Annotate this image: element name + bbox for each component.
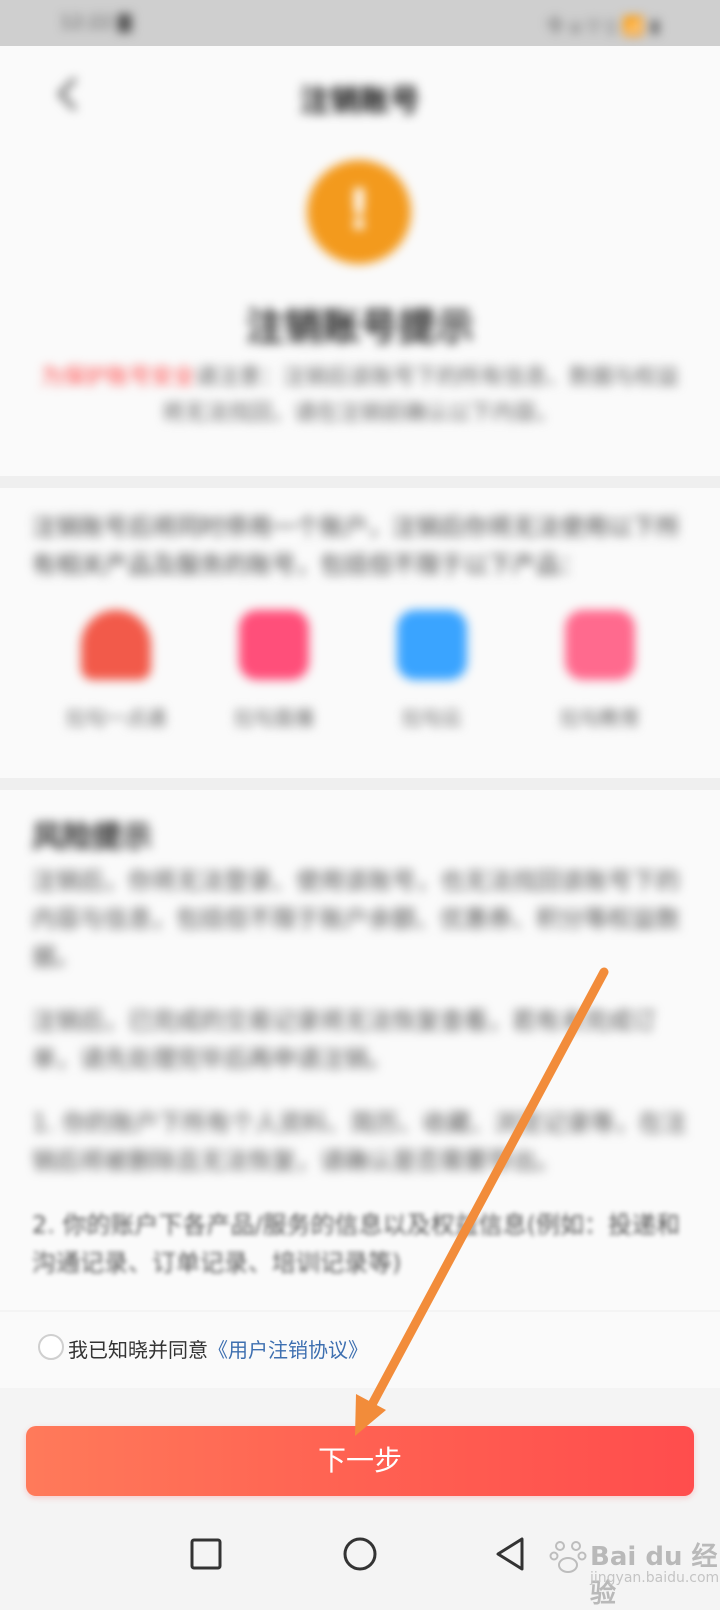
app-list: 拉勾一点通 拉勾直播 拉勾云 拉勾教育 [0, 610, 720, 740]
watermark-url: jingyan.baidu.com [590, 1570, 720, 1586]
agreement-prefix: 我已知晓并同意 [68, 1338, 208, 1362]
app-item: 拉勾一点通 [36, 610, 196, 740]
risk-notice-section[interactable]: 风险提示 注销后，你将无法登录、使用该账号，也无法找回该账号下的内容与信息，包括… [0, 790, 720, 1310]
pink-book-icon [565, 610, 635, 680]
section-divider [0, 476, 720, 488]
linked-apps-section: 注销账号后将同时停用一个账户，注销后你将无法使用以下所有相关产品及服务的账号，包… [0, 488, 720, 778]
risk-paragraph: 注销后，你将无法登录、使用该账号，也无法找回该账号下的内容与信息，包括但不限于账… [32, 867, 680, 971]
warning-description: 为保护账号安全请注意：注销后该账号下的所有信息、数据与权益将无法找回，请在注销前… [38, 360, 682, 432]
agreement-row: 我已知晓并同意《用户注销协议》 [0, 1312, 720, 1388]
app-label: 拉勾云 [402, 706, 462, 730]
warning-desc-text: 请注意：注销后该账号下的所有信息、数据与权益将无法找回，请在注销前确认以下内容。 [161, 365, 680, 426]
section-divider [0, 778, 720, 790]
status-time: 12:22 ▇ [60, 12, 132, 33]
agreement-text: 我已知晓并同意《用户注销协议》 [68, 1334, 368, 1363]
triangle-back-icon[interactable] [490, 1532, 534, 1576]
warning-highlight: 为保护账号安全 [40, 365, 195, 390]
app-header: 注销账号 [0, 46, 720, 146]
app-label: 拉勾直播 [234, 706, 314, 730]
status-bar: 12:22 ▇ 令 ⌂ ▽ ▯ 📶 ▮ [0, 0, 720, 46]
pink-tv-icon [239, 610, 309, 680]
risk-body: 注销后，你将无法登录、使用该账号，也无法找回该账号下的内容与信息，包括但不限于账… [32, 862, 688, 1308]
agreement-link[interactable]: 《用户注销协议》 [208, 1338, 368, 1362]
paw-logo-icon [549, 1541, 587, 1573]
next-step-button[interactable]: 下一步 [26, 1426, 694, 1496]
blue-cloud-icon [397, 610, 467, 680]
risk-paragraph: 注销后，已完成的交易记录将无法恢复查看，若有未完成订单，请先处理完毕后再申请注销… [32, 1007, 656, 1073]
risk-title: 风险提示 [32, 820, 152, 855]
app-label: 拉勾教育 [560, 706, 640, 730]
warning-section: ! 注销账号提示 为保护账号安全请注意：注销后该账号下的所有信息、数据与权益将无… [0, 146, 720, 476]
app-item: 拉勾云 [352, 610, 512, 740]
linked-apps-description: 注销账号后将同时停用一个账户，注销后你将无法使用以下所有相关产品及服务的账号，包… [32, 513, 680, 579]
warning-exclamation-icon: ! [307, 160, 411, 264]
agree-checkbox[interactable] [38, 1334, 64, 1360]
risk-paragraph: 1. 你的账户下所有个人资料、简历、收藏、浏览记录等，在注销后将被删除且无法恢复… [32, 1109, 687, 1175]
baidu-watermark: Bai du 经验 jingyan.baidu.com [548, 1530, 720, 1609]
warning-title: 注销账号提示 [245, 305, 474, 349]
page-title: 注销账号 [300, 84, 420, 119]
circle-home-icon[interactable] [338, 1532, 382, 1576]
app-item: 拉勾教育 [520, 610, 680, 740]
brand-red-icon [81, 610, 151, 680]
square-recent-apps-icon[interactable] [184, 1532, 228, 1576]
risk-paragraph: 2. 你的账户下各产品/服务的信息以及权益信息(例如：投递和沟通记录、订单记录、… [32, 1211, 680, 1277]
status-icons: 令 ⌂ ▽ ▯ 📶 ▮ [545, 16, 660, 37]
app-item: 拉勾直播 [194, 610, 354, 740]
app-label: 拉勾一点通 [66, 706, 166, 730]
